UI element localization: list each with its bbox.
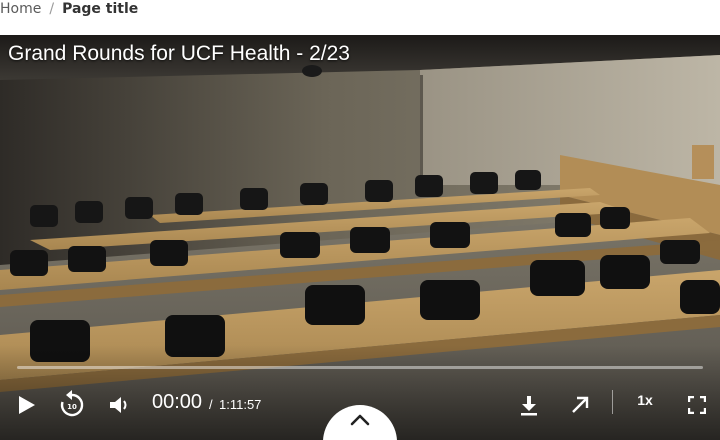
- progress-scrubber[interactable]: [17, 366, 703, 369]
- expand-panel-tab[interactable]: [323, 405, 397, 440]
- video-player[interactable]: Grand Rounds for UCF Health - 2/23 10 00…: [0, 35, 720, 440]
- fullscreen-icon: [688, 396, 706, 414]
- fullscreen-button[interactable]: [683, 391, 711, 419]
- popout-button[interactable]: [566, 391, 594, 419]
- duration: 1:11:57: [219, 397, 262, 412]
- download-icon: [521, 396, 537, 416]
- download-button[interactable]: [515, 391, 543, 419]
- play-icon: [19, 396, 35, 414]
- breadcrumb: Home / Page title: [0, 0, 720, 18]
- current-time: 00:00: [152, 391, 203, 413]
- arrow-up-right-icon: [572, 396, 589, 413]
- volume-icon: [110, 397, 127, 413]
- time-separator: /: [209, 397, 213, 412]
- breadcrumb-home-link[interactable]: Home: [0, 1, 41, 17]
- breadcrumb-separator: /: [49, 1, 55, 17]
- rewind-10-button[interactable]: 10: [57, 389, 87, 419]
- playback-speed-button[interactable]: 1x: [630, 392, 660, 408]
- breadcrumb-current-page: Page title: [62, 1, 139, 17]
- chevron-up-icon: [350, 414, 370, 426]
- video-title: Grand Rounds for UCF Health - 2/23: [8, 42, 350, 65]
- play-button[interactable]: [12, 391, 40, 419]
- rewind-seconds-label: 10: [67, 403, 77, 411]
- rewind-10-icon: 10: [60, 390, 84, 417]
- controls-divider: [612, 390, 613, 414]
- volume-button[interactable]: [106, 391, 134, 419]
